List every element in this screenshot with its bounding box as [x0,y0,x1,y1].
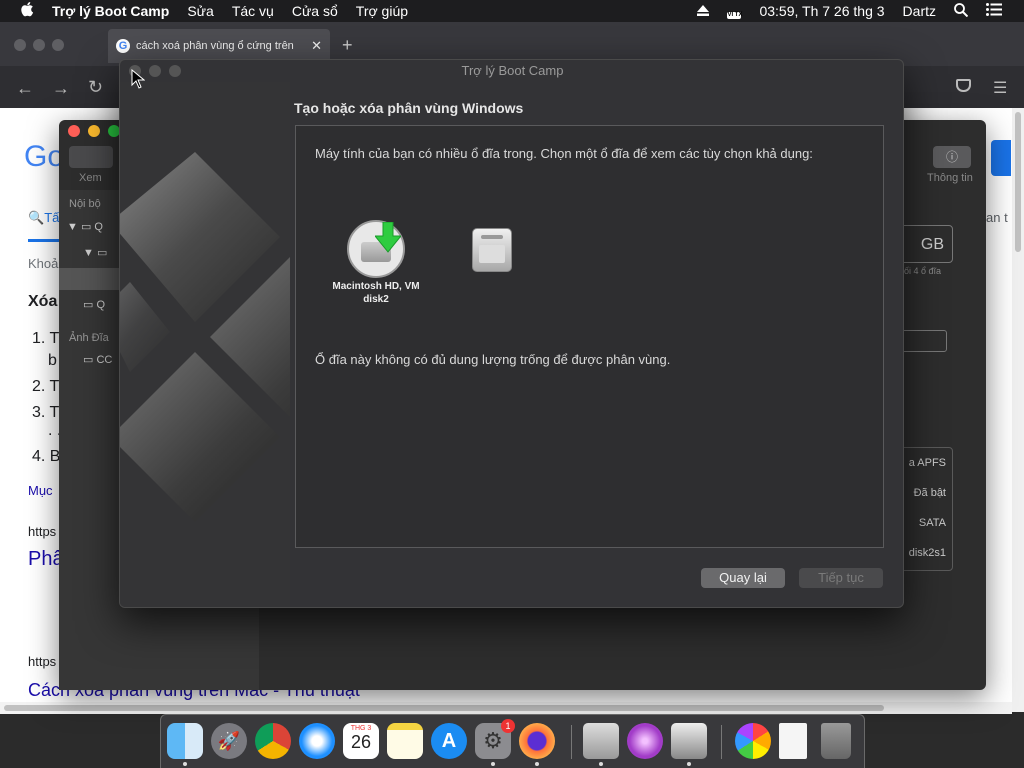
dock-separator-2 [721,725,722,759]
app-store-icon[interactable]: A [431,723,467,759]
du-detail-table: a APFS Đã bật SATA disk2s1 [897,447,953,571]
firefox-icon[interactable] [519,723,555,759]
user-menu[interactable]: Dartz [894,3,945,19]
browser-menu-icon[interactable]: ☰ [993,78,1007,98]
tab-close-icon[interactable]: ✕ [311,38,322,54]
boot-camp-assistant-icon[interactable] [583,723,619,759]
finder-icon[interactable] [167,723,203,759]
new-tab-icon[interactable]: + [342,35,353,56]
window-title: Trợ lý Boot Camp [461,63,564,78]
zoom-button[interactable] [169,65,181,77]
result-url-1: https [28,524,57,539]
internal-disk-download-icon [347,220,405,278]
windows-logo-art [120,82,290,607]
menu-help[interactable]: Trợ giúp [347,3,417,19]
content-panel: Máy tính của bạn có nhiều ổ đĩa trong. C… [295,125,884,548]
right-tab-text: an t [986,210,1008,225]
trash-icon[interactable] [821,723,851,759]
photos-icon[interactable] [735,723,771,759]
menu-window[interactable]: Cửa sổ [283,3,347,19]
vertical-scrollbar[interactable] [1012,108,1024,712]
sidebar-disk-3[interactable]: ▭ Q [83,298,105,311]
du-close-button[interactable] [68,125,80,137]
menu-action[interactable]: Tác vụ [223,3,283,19]
browser-zoom-button[interactable] [52,39,64,51]
browser-tab[interactable]: G cách xoá phân vùng ổ cứng trên ✕ [108,29,330,63]
input-source-icon[interactable]: VI TX [718,3,750,19]
browser-close-button[interactable] [14,39,26,51]
sidebar-disk-2[interactable]: ▼ ▭ [83,246,107,259]
sidebar-selected-row[interactable] [59,268,119,290]
app-menu[interactable]: Trợ lý Boot Camp [43,3,178,19]
browser-minimize-button[interactable] [33,39,45,51]
installer-icon[interactable] [627,723,663,759]
disk-utility-icon[interactable] [671,723,707,759]
section-internal: Nội bộ [69,198,101,210]
minimize-button[interactable] [149,65,161,77]
status-message: Ổ đĩa này không có đủ dung lượng trống đ… [315,352,671,367]
internal-disk-icon [472,228,512,272]
menu-bar: Trợ lý Boot Camp Sửa Tác vụ Cửa sổ Trợ g… [0,0,1024,22]
clock[interactable]: 03:59, Th 7 26 thg 3 [750,3,893,19]
capacity-sub: ối 4 ổ đĩa [904,266,942,276]
eject-icon[interactable] [688,3,718,19]
info-icon[interactable]: ⓘ [933,146,971,168]
section-images: Ảnh Đĩa [69,332,109,344]
disk-option-2[interactable] [472,228,516,274]
pocket-icon[interactable] [956,79,971,92]
continue-button[interactable]: Tiếp tục [799,568,883,588]
document-icon[interactable] [779,723,807,759]
notification-badge: 1 [501,719,515,733]
spotlight-search-icon[interactable] [945,2,977,20]
search-tab-all[interactable]: 🔍Tấ [28,210,59,226]
calendar-icon[interactable]: THG 3 26 [343,723,379,759]
search-icon: 🔍 [28,210,45,225]
capacity-box: GB [897,225,953,263]
google-favicon-icon: G [116,39,130,53]
blue-button[interactable] [991,140,1011,176]
launchpad-icon[interactable]: 🚀 [211,723,247,759]
sidebar-image-1[interactable]: ▭ CC [83,353,112,366]
back-icon[interactable]: ← [16,78,34,99]
back-button[interactable]: Quay lại [701,568,785,588]
apple-menu-icon[interactable] [0,1,43,22]
dock-separator [571,725,572,759]
du-minimize-button[interactable] [88,125,100,137]
notes-icon[interactable] [387,723,423,759]
disk-label: Macintosh HD, VM disk2 [332,281,420,305]
reload-icon[interactable]: ↻ [88,77,103,98]
boot-camp-window: Trợ lý Boot Camp Tạo hoặc xóa phân vùng … [119,59,904,608]
snippet-list: 1. T b 2. T 3. T . . 4. B [32,330,62,465]
active-tab-underline [28,239,60,242]
results-count: Khoả [28,256,59,271]
horizontal-scrollbar[interactable] [0,702,1012,714]
mouse-cursor-icon [131,69,145,89]
menu-edit[interactable]: Sửa [178,3,223,19]
page-title: Tạo hoặc xóa phân vùng Windows [294,100,524,116]
view-label: Xem [79,172,102,184]
instruction-text: Máy tính của bạn có nhiều ổ đĩa trong. C… [315,146,813,161]
info-label: Thông tin [927,172,973,184]
view-toggle-button[interactable] [69,146,113,168]
tab-title: cách xoá phân vùng ổ cứng trên [136,40,294,52]
snippet-heading: Xóa [28,293,58,310]
notification-center-icon[interactable] [977,3,1024,19]
chrome-icon[interactable] [255,723,291,759]
forward-icon[interactable]: → [52,78,70,99]
safari-icon[interactable] [299,723,335,759]
du-field [897,330,947,352]
disk-option-macintosh-hd[interactable]: Macintosh HD, VM disk2 [321,220,431,306]
dock: 🚀 THG 3 26 A ⚙ 1 [160,714,865,768]
sidebar-disk-1[interactable]: ▼ ▭ Q [67,220,103,233]
result-url-2: https [28,654,57,669]
more-link[interactable]: Mục [28,483,53,498]
